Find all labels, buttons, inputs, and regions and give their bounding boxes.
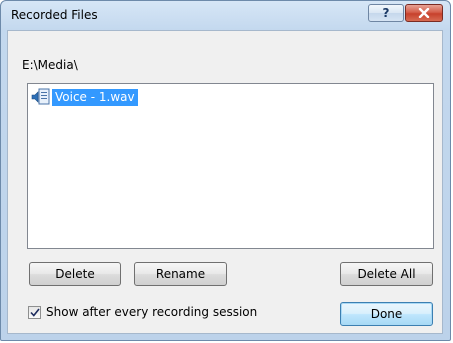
done-button[interactable]: Done — [340, 302, 433, 326]
delete-all-button[interactable]: Delete All — [340, 262, 433, 286]
window-title: Recorded Files — [11, 8, 98, 22]
delete-button-label: Delete — [55, 267, 95, 281]
delete-button[interactable]: Delete — [29, 262, 121, 286]
checkmark-icon — [29, 308, 40, 317]
audio-file-icon — [31, 88, 51, 106]
file-name: Voice - 1.wav — [52, 88, 138, 106]
help-button[interactable]: ? — [368, 4, 404, 22]
file-list[interactable]: Voice - 1.wav — [27, 83, 434, 249]
rename-button[interactable]: Rename — [134, 262, 227, 286]
show-after-session-label[interactable]: Show after every recording session — [46, 305, 257, 319]
close-icon — [418, 8, 430, 18]
delete-all-button-label: Delete All — [357, 267, 416, 281]
list-item[interactable]: Voice - 1.wav — [31, 88, 138, 106]
folder-path: E:\Media\ — [22, 58, 78, 72]
show-after-session-checkbox[interactable] — [28, 306, 41, 319]
rename-button-label: Rename — [155, 267, 206, 281]
help-icon: ? — [382, 6, 390, 20]
close-button[interactable] — [405, 4, 443, 22]
done-button-label: Done — [370, 307, 403, 321]
title-bar[interactable]: Recorded Files ? — [1, 1, 450, 31]
